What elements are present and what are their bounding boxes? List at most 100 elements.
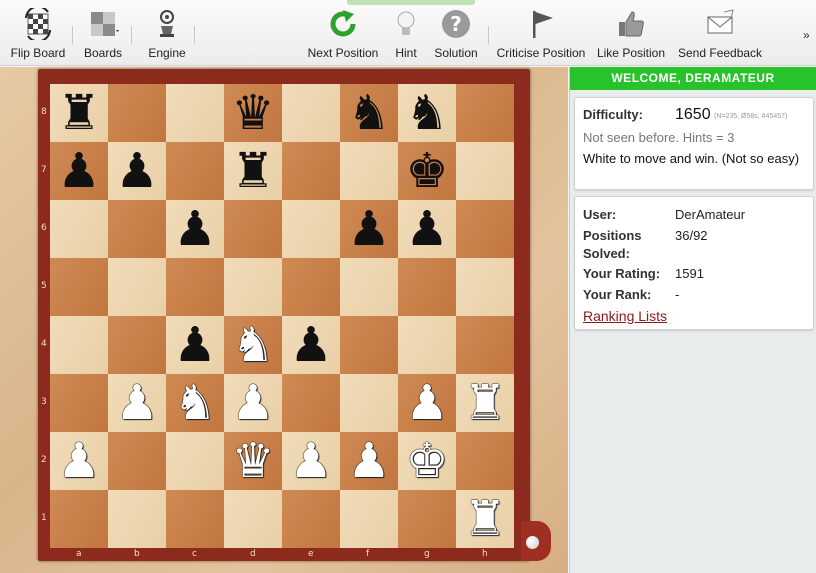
piece-w-pawn-f2[interactable]: ♟ — [340, 432, 398, 490]
rank-label-5: 5 — [41, 281, 47, 291]
square-a1[interactable] — [50, 490, 108, 548]
flip-board-button[interactable]: Flip Board — [8, 0, 68, 66]
toolbar-divider — [72, 26, 73, 44]
user-value: DerAmateur — [675, 207, 746, 222]
piece-w-knight-c3[interactable]: ♞ — [166, 374, 224, 432]
square-c1[interactable] — [166, 490, 224, 548]
square-e1[interactable] — [282, 490, 340, 548]
square-b4[interactable] — [108, 316, 166, 374]
rank-label-7: 7 — [41, 165, 47, 175]
square-b2[interactable] — [108, 432, 166, 490]
square-e3[interactable] — [282, 374, 340, 432]
difficulty-meta: (N=235, Ø58s, #45457) — [714, 113, 788, 120]
rank-label-2: 2 — [41, 455, 47, 465]
criticise-position-button[interactable]: Criticise Position — [496, 0, 586, 66]
piece-w-king-g2[interactable]: ♚ — [398, 432, 456, 490]
send-feedback-button[interactable]: Send Feedback — [678, 0, 762, 66]
square-f1[interactable] — [340, 490, 398, 548]
square-a3[interactable] — [50, 374, 108, 432]
square-g5[interactable] — [398, 258, 456, 316]
piece-w-pawn-e2[interactable]: ♟ — [282, 432, 340, 490]
file-label-b: b — [134, 549, 140, 559]
hints-note: Not seen before. Hints = 3 — [583, 130, 735, 145]
rank-label-8: 8 — [41, 107, 47, 117]
piece-b-pawn-g6[interactable]: ♟ — [398, 200, 456, 258]
piece-w-rook-h3[interactable]: ♜ — [456, 374, 514, 432]
ranking-lists-link[interactable]: Ranking Lists — [583, 308, 667, 324]
square-e8[interactable] — [282, 84, 340, 142]
toolbar-overflow-button[interactable]: » — [803, 28, 810, 42]
toolbar-divider — [488, 26, 489, 44]
user-stats-card: User: DerAmateur Positions Solved: 36/92… — [574, 196, 814, 330]
piece-b-rook-d7[interactable]: ♜ — [224, 142, 282, 200]
square-a4[interactable] — [50, 316, 108, 374]
square-c7[interactable] — [166, 142, 224, 200]
square-h7[interactable] — [456, 142, 514, 200]
square-f3[interactable] — [340, 374, 398, 432]
piece-b-pawn-f6[interactable]: ♟ — [340, 200, 398, 258]
criticise-position-label: Criticise Position — [496, 46, 586, 60]
square-e5[interactable] — [282, 258, 340, 316]
square-b5[interactable] — [108, 258, 166, 316]
toolbar: Flip Board Boards Engine Next Position H… — [0, 0, 816, 66]
like-position-button[interactable]: Like Position — [596, 0, 666, 66]
square-b6[interactable] — [108, 200, 166, 258]
square-h8[interactable] — [456, 84, 514, 142]
square-f7[interactable] — [340, 142, 398, 200]
boards-button[interactable]: Boards — [80, 0, 126, 66]
square-b1[interactable] — [108, 490, 166, 548]
piece-b-pawn-a7[interactable]: ♟ — [50, 142, 108, 200]
square-h2[interactable] — [456, 432, 514, 490]
square-c2[interactable] — [166, 432, 224, 490]
piece-w-knight-d4[interactable]: ♞ — [224, 316, 282, 374]
piece-w-rook-h1[interactable]: ♜ — [456, 490, 514, 548]
square-h6[interactable] — [456, 200, 514, 258]
rank-label-6: 6 — [41, 223, 47, 233]
hint-button[interactable]: Hint — [388, 0, 424, 66]
piece-w-pawn-g3[interactable]: ♟ — [398, 374, 456, 432]
square-h5[interactable] — [456, 258, 514, 316]
piece-b-pawn-b7[interactable]: ♟ — [108, 142, 166, 200]
piece-b-pawn-c4[interactable]: ♟ — [166, 316, 224, 374]
square-h4[interactable] — [456, 316, 514, 374]
square-d5[interactable] — [224, 258, 282, 316]
square-a6[interactable] — [50, 200, 108, 258]
square-g4[interactable] — [398, 316, 456, 374]
chess-board[interactable]: ♜ ♛ ♞ ♞ ♟ ♟ ♜ ♚ ♟ ♟ ♟ ♟ ♞ ♟ ♟ ♞ ♟ ♟ ♜ ♟ ♛ ♟ ♟ ♚ ♜ — [50, 84, 514, 548]
square-f5[interactable] — [340, 258, 398, 316]
piece-b-king-g7[interactable]: ♚ — [398, 142, 456, 200]
solution-button[interactable]: ? Solution — [432, 0, 480, 66]
piece-w-pawn-a2[interactable]: ♟ — [50, 432, 108, 490]
user-label: User: — [583, 207, 617, 222]
rank-label: Your Rank: — [583, 287, 652, 302]
difficulty-value: 1650 — [675, 106, 711, 123]
piece-b-knight-g8[interactable]: ♞ — [398, 84, 456, 142]
difficulty-label: Difficulty: — [583, 107, 643, 122]
toolbar-divider — [194, 26, 195, 44]
question-icon: ? — [442, 10, 470, 38]
square-d6[interactable] — [224, 200, 282, 258]
piece-w-pawn-d3[interactable]: ♟ — [224, 374, 282, 432]
square-c5[interactable] — [166, 258, 224, 316]
piece-b-pawn-c6[interactable]: ♟ — [166, 200, 224, 258]
square-d1[interactable] — [224, 490, 282, 548]
next-position-label: Next Position — [307, 46, 379, 60]
piece-w-pawn-b3[interactable]: ♟ — [108, 374, 166, 432]
square-c8[interactable] — [166, 84, 224, 142]
toolbar-divider — [131, 26, 132, 44]
piece-b-knight-f8[interactable]: ♞ — [340, 84, 398, 142]
square-b8[interactable] — [108, 84, 166, 142]
square-a5[interactable] — [50, 258, 108, 316]
engine-label: Engine — [148, 46, 186, 60]
square-f4[interactable] — [340, 316, 398, 374]
square-e7[interactable] — [282, 142, 340, 200]
piece-b-pawn-e4[interactable]: ♟ — [282, 316, 340, 374]
piece-b-queen-d8[interactable]: ♛ — [224, 84, 282, 142]
piece-b-rook-a8[interactable]: ♜ — [50, 84, 108, 142]
flip-board-label: Flip Board — [10, 46, 66, 60]
next-position-button[interactable]: Next Position — [306, 0, 380, 66]
square-g1[interactable] — [398, 490, 456, 548]
piece-w-queen-d2[interactable]: ♛ — [224, 432, 282, 490]
square-e6[interactable] — [282, 200, 340, 258]
engine-button[interactable]: Engine — [140, 0, 194, 66]
